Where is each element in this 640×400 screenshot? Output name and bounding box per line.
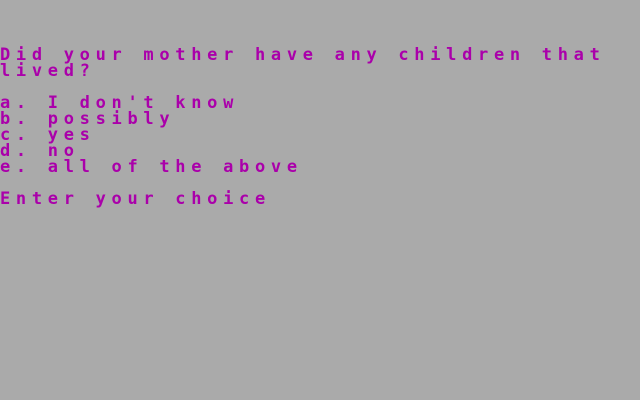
choice-prompt[interactable]: Enter your choice <box>0 191 271 208</box>
game-screen: Did your mother have any children that l… <box>0 0 640 400</box>
answer-option-e[interactable]: e. all of the above <box>0 159 303 176</box>
question-text-line-2: lived? <box>0 61 96 81</box>
